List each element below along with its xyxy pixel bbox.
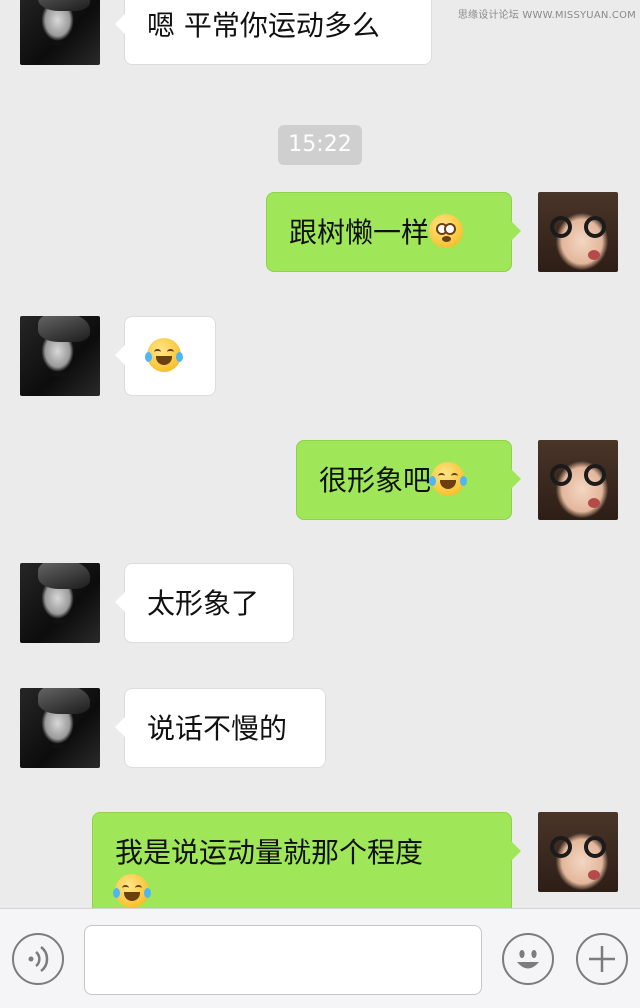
message-bubble-incoming[interactable]: 太形象了 [115, 563, 294, 643]
message-text: 很形象吧 [319, 464, 432, 497]
emoji-icon [517, 950, 539, 969]
message-text: 嗯 平常你运动多么 [147, 9, 380, 42]
voice-icon [28, 946, 49, 972]
woozy-face-emoji-icon [429, 214, 464, 248]
contact-avatar[interactable] [20, 688, 100, 768]
user-avatar[interactable] [538, 192, 618, 272]
user-avatar[interactable] [538, 812, 618, 892]
message-bubble-outgoing[interactable]: 我是说运动量就那个程度 [92, 812, 521, 908]
message-text: 太形象了 [147, 587, 260, 620]
message-bubble-incoming[interactable]: 嗯 平常你运动多么 [115, 0, 432, 65]
message-text: 我是说运动量就那个程度 [115, 836, 424, 869]
face-with-tears-of-joy-emoji-icon [113, 874, 151, 908]
message-text: 说话不慢的 [147, 712, 288, 745]
message-bubble-outgoing[interactable]: 跟树懒一样 [266, 192, 521, 272]
face-with-tears-of-joy-emoji-icon [145, 338, 183, 372]
message-bubble-outgoing[interactable]: 很形象吧 [296, 440, 521, 520]
message-bubble-incoming[interactable] [115, 316, 216, 396]
voice-button[interactable] [12, 933, 64, 985]
contact-avatar[interactable] [20, 0, 100, 65]
input-bar [0, 908, 640, 1008]
plus-icon [589, 946, 615, 972]
contact-avatar[interactable] [20, 563, 100, 643]
message-bubble-incoming[interactable]: 说话不慢的 [115, 688, 326, 768]
emoji-button[interactable] [502, 933, 554, 985]
contact-avatar[interactable] [20, 316, 100, 396]
message-text: 跟树懒一样 [289, 216, 430, 249]
watermark: 思缘设计论坛 WWW.MISSYUAN.COM [457, 10, 636, 21]
message-timestamp: 15:22 [278, 125, 362, 165]
plus-button[interactable] [576, 933, 628, 985]
user-avatar[interactable] [538, 440, 618, 520]
face-with-tears-of-joy-emoji-icon [429, 462, 468, 496]
message-input[interactable] [84, 925, 482, 995]
chat-area[interactable]: 思缘设计论坛 WWW.MISSYUAN.COM 嗯 平常你运动多么 15:22 … [0, 0, 640, 908]
